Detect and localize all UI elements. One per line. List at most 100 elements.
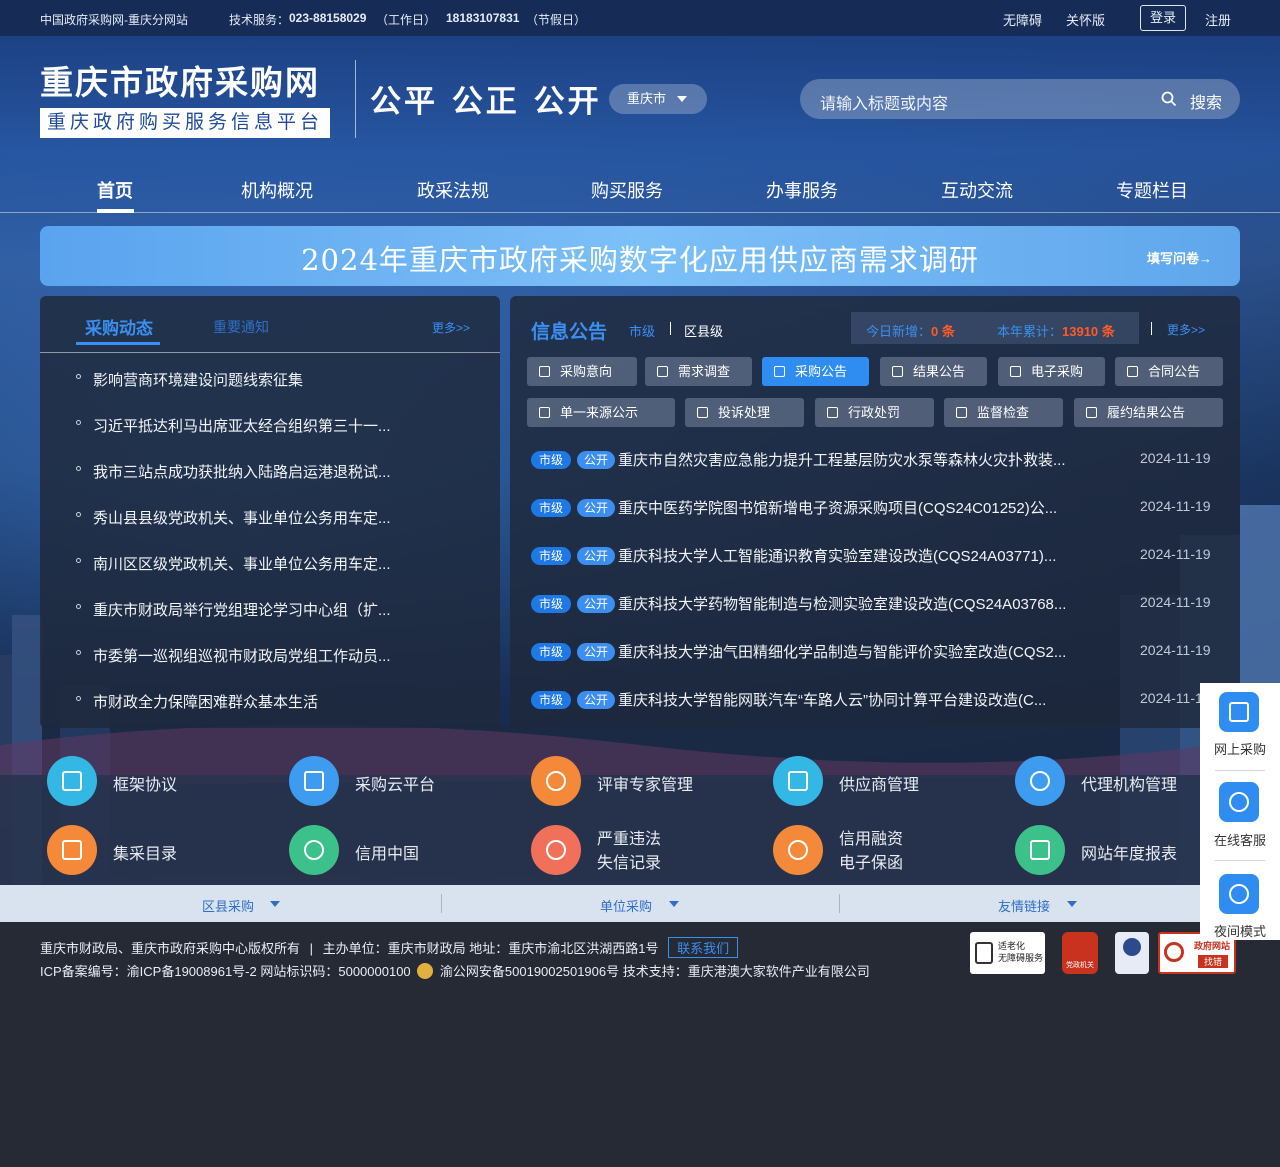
category-contract-notice[interactable]: 合同公告 <box>1115 357 1223 386</box>
level-badge: 市级 <box>531 547 571 565</box>
table-row[interactable]: 市级 公开 重庆科技大学药物智能制造与检测实验室建设改造(CQS24A03768..… <box>531 593 1221 615</box>
category-result-notice[interactable]: 结果公告 <box>880 357 987 386</box>
police-shield-icon[interactable] <box>1115 932 1149 974</box>
row-title[interactable]: 重庆科技大学人工智能通识教育实验室建设改造(CQS24A03771)... <box>618 545 1118 566</box>
list-item[interactable]: 市财政全力保障困难群众基本生活 <box>76 691 318 712</box>
moon-icon[interactable] <box>1219 874 1259 914</box>
nav-home[interactable]: 首页 <box>97 177 133 203</box>
contact-us-button[interactable]: 联系我们 <box>668 937 739 958</box>
row-title[interactable]: 重庆市自然灾害应急能力提升工程基层防灾水泵等森林火灾扑救装... <box>618 449 1118 470</box>
category-penalty[interactable]: 行政处罚 <box>815 398 934 427</box>
nav-regulations[interactable]: 政采法规 <box>417 177 489 203</box>
search-icon[interactable] <box>1161 91 1177 107</box>
quick-link-framework[interactable]: 框架协议 <box>47 756 207 806</box>
announcement-title[interactable]: 信息公告 <box>531 317 607 344</box>
row-title[interactable]: 重庆中医药学院图书馆新增电子资源采购项目(CQS24C01252)公... <box>618 497 1118 518</box>
caret-down-icon[interactable] <box>270 901 280 907</box>
announcement-more-link[interactable]: 更多>> <box>1167 321 1205 338</box>
logo-title[interactable]: 重庆市政府采购网 <box>40 56 320 104</box>
category-procurement-notice[interactable]: 采购公告 <box>762 357 869 386</box>
search-box[interactable]: 请输入标题或内容 搜索 <box>800 79 1240 119</box>
quick-link-agency[interactable]: 代理机构管理 <box>1015 756 1195 806</box>
category-single-source[interactable]: 单一来源公示 <box>527 398 675 427</box>
category-demand-survey[interactable]: 需求调查 <box>645 357 752 386</box>
row-title[interactable]: 重庆科技大学智能网联汽车“车路人云”协同计算平台建设改造(C... <box>618 689 1118 710</box>
caret-down-icon <box>677 96 687 102</box>
level-district-tab[interactable]: 区县级 <box>684 321 723 340</box>
credit-china-icon <box>289 825 339 875</box>
quick-link-cloud-platform[interactable]: 采购云平台 <box>289 756 459 806</box>
table-row[interactable]: 市级 公开 重庆科技大学智能网联汽车“车路人云”协同计算平台建设改造(C... 202… <box>531 689 1221 711</box>
caret-down-icon[interactable] <box>1067 901 1077 907</box>
headset-icon[interactable] <box>1219 782 1259 822</box>
tab-procurement-news[interactable]: 采购动态 <box>85 314 153 339</box>
footer-icp[interactable]: ICP备案编号：渝ICP备19008961号-2 网站标识码：500000010… <box>40 964 411 979</box>
type-badge: 公开 <box>577 547 615 565</box>
site-name[interactable]: 中国政府采购网-重庆分网站 <box>40 11 188 28</box>
footer-police[interactable]: 渝公网安备50019002501906号 技术支持：重庆港澳大家软件产业有限公司 <box>440 964 870 979</box>
footer-line-1: 重庆市财政局、重庆市政府采购中心版权所有 | 主办单位：重庆市财政局 地址：重庆… <box>40 937 739 958</box>
survey-banner[interactable]: 2024年重庆市政府采购数字化应用供应商需求调研 填写问卷→ <box>40 226 1240 286</box>
accessible-service-badge[interactable]: 适老化 无障碍服务 <box>970 932 1045 974</box>
list-item[interactable]: 习近平抵达利马出席亚太经合组织第三十一... <box>76 415 391 436</box>
list-item[interactable]: 秀山县县级党政机关、事业单位公务用车定... <box>76 507 391 528</box>
tab-district-procurement[interactable]: 区县采购 <box>202 896 254 915</box>
quick-link-catalog[interactable]: 集采目录 <box>47 825 207 875</box>
contract-icon <box>1127 366 1138 377</box>
header-divider <box>355 60 356 138</box>
list-item[interactable]: 我市三站点成功获批纳入陆路启运港退税试... <box>76 461 391 482</box>
register-link[interactable]: 注册 <box>1205 10 1231 29</box>
nav-organization[interactable]: 机构概况 <box>241 177 313 203</box>
level-city-tab[interactable]: 市级 <box>629 321 655 340</box>
table-row[interactable]: 市级 公开 重庆科技大学油气田精细化学品制造与智能评价实验室改造(CQS2... 20… <box>531 641 1221 663</box>
row-title[interactable]: 重庆科技大学药物智能制造与检测实验室建设改造(CQS24A03768... <box>618 593 1118 614</box>
single-source-icon <box>539 407 550 418</box>
list-item[interactable]: 重庆市财政局举行党组理论学习中心组（扩... <box>76 599 391 620</box>
category-supervision[interactable]: 监督检查 <box>944 398 1063 427</box>
search-input[interactable]: 请输入标题或内容 <box>820 90 948 114</box>
type-badge: 公开 <box>577 451 615 469</box>
tab-friendly-links[interactable]: 友情链接 <box>998 896 1050 915</box>
shopping-cart-icon[interactable] <box>1219 692 1259 732</box>
list-item[interactable]: 市委第一巡视组巡视市财政局党组工作动员... <box>76 645 391 666</box>
news-title: 重庆市财政局举行党组理论学习中心组（扩... <box>93 602 391 619</box>
table-row[interactable]: 市级 公开 重庆科技大学人工智能通识教育实验室建设改造(CQS24A03771)..… <box>531 545 1221 567</box>
nav-purchase-service[interactable]: 购买服务 <box>591 177 663 203</box>
nav-interaction[interactable]: 互动交流 <box>941 177 1013 203</box>
table-row[interactable]: 市级 公开 重庆市自然灾害应急能力提升工程基层防灾水泵等森林火灾扑救装... 2024… <box>531 449 1221 471</box>
quick-link-expert[interactable]: 评审专家管理 <box>531 756 711 806</box>
caret-down-icon[interactable] <box>669 901 679 907</box>
nav-topics[interactable]: 专题栏目 <box>1116 177 1188 203</box>
document-icon <box>892 366 903 377</box>
category-performance-result[interactable]: 履约结果公告 <box>1074 398 1223 427</box>
quick-link-annual-report[interactable]: 网站年度报表 <box>1015 825 1195 875</box>
inspection-icon <box>956 407 967 418</box>
table-row[interactable]: 市级 公开 重庆中医药学院图书馆新增电子资源采购项目(CQS24C01252)公..… <box>531 497 1221 519</box>
elder-mode-link[interactable]: 关怀版 <box>1066 10 1105 29</box>
category-intent[interactable]: 采购意向 <box>527 357 637 386</box>
night-mode-toggle[interactable]: 夜间模式 <box>1200 921 1280 940</box>
quick-link-finance[interactable]: 信用融资 电子保函 <box>773 825 933 875</box>
online-purchase-link[interactable]: 网上采购 <box>1200 739 1280 758</box>
quick-link-supplier[interactable]: 供应商管理 <box>773 756 943 806</box>
intent-icon <box>539 366 550 377</box>
online-service-link[interactable]: 在线客服 <box>1200 830 1280 849</box>
login-button[interactable]: 登录 <box>1140 5 1186 31</box>
row-title[interactable]: 重庆科技大学油气田精细化学品制造与智能评价实验室改造(CQS2... <box>618 641 1118 662</box>
news-title: 影响营商环境建设问题线索征集 <box>93 372 304 389</box>
tab-unit-procurement[interactable]: 单位采购 <box>600 896 652 915</box>
banner-link[interactable]: 填写问卷→ <box>1147 248 1212 267</box>
quick-link-credit-china[interactable]: 信用中国 <box>289 825 449 875</box>
accessibility-link[interactable]: 无障碍 <box>1003 10 1042 29</box>
quick-link-violation[interactable]: 严重违法 失信记录 <box>531 825 691 875</box>
category-e-procurement[interactable]: 电子采购 <box>998 357 1105 386</box>
category-complaint[interactable]: 投诉处理 <box>685 398 804 427</box>
news-more-link[interactable]: 更多>> <box>432 319 470 336</box>
nav-affairs[interactable]: 办事服务 <box>766 177 838 203</box>
tab-important-notice[interactable]: 重要通知 <box>213 317 269 337</box>
city-select[interactable]: 重庆市 <box>609 84 707 114</box>
list-item[interactable]: 影响营商环境建设问题线索征集 <box>76 369 304 390</box>
party-gov-badge[interactable]: 党政机关 <box>1062 932 1098 974</box>
list-item[interactable]: 南川区区级党政机关、事业单位公务用车定... <box>76 553 391 574</box>
search-button[interactable]: 搜索 <box>1190 89 1222 113</box>
